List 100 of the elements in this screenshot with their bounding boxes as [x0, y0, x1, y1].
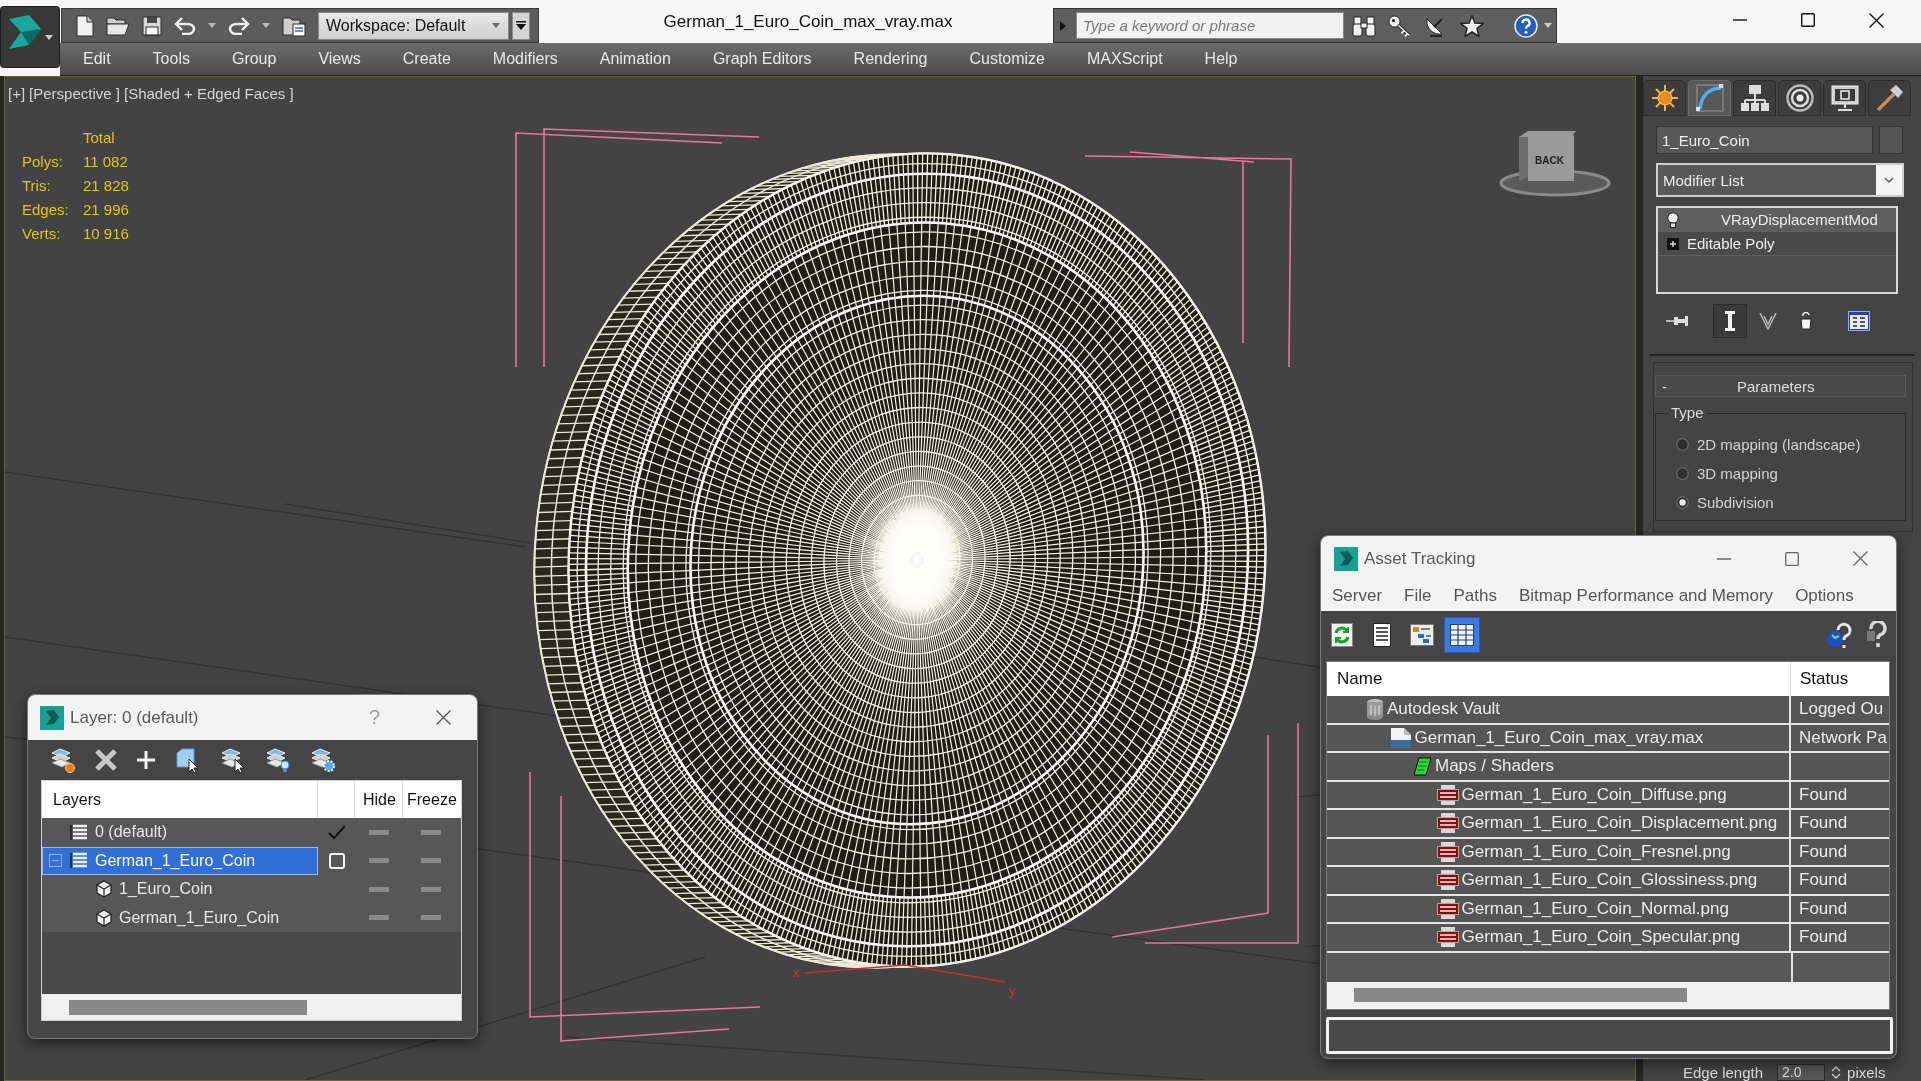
panel-tab[interactable] — [1688, 80, 1731, 116]
layers-star-icon[interactable] — [50, 747, 76, 773]
project-folder-icon[interactable] — [282, 14, 306, 37]
panel-tab[interactable] — [1868, 80, 1911, 116]
layers-bulb-icon[interactable] — [265, 747, 291, 773]
window-title: Asset Tracking — [1364, 548, 1476, 569]
app-logo-icon[interactable] — [0, 6, 60, 68]
asset-row[interactable]: Autodesk Vault Logged Ou — [1327, 696, 1889, 725]
lightbulb-icon[interactable] — [1667, 211, 1679, 228]
rollout-header[interactable]: - Parameters — [1655, 375, 1906, 397]
stack-tool-button[interactable] — [1713, 304, 1747, 338]
empty-square-icon[interactable] — [328, 852, 345, 869]
panel-tab[interactable] — [1643, 80, 1686, 116]
close-icon[interactable] — [1868, 12, 1884, 28]
asset-row[interactable]: German_1_Euro_Coin_max_vray.max Network Pa — [1327, 724, 1889, 753]
menu-item[interactable]: Edit — [62, 50, 132, 68]
radio-option[interactable]: 2D mapping (landscape) — [1676, 430, 1905, 459]
caret-icon[interactable] — [262, 23, 270, 28]
plus-icon[interactable] — [136, 750, 156, 770]
maximize-icon[interactable] — [1801, 13, 1815, 27]
layer-item[interactable]: 0 (default) — [42, 818, 318, 847]
status-text: Found — [1799, 898, 1848, 919]
menu-item[interactable]: Server — [1332, 586, 1383, 606]
caret-icon[interactable] — [208, 23, 216, 28]
scrollbar-thumb[interactable] — [1354, 988, 1687, 1002]
menu-item[interactable]: Help — [1183, 50, 1259, 68]
modifier-stack-item[interactable]: Editable Poly — [1658, 232, 1896, 256]
new-file-icon[interactable] — [76, 14, 94, 37]
scrollbar-thumb[interactable] — [69, 999, 307, 1015]
radio-option[interactable]: Subdivision — [1676, 488, 1905, 517]
expand-icon[interactable] — [1667, 237, 1679, 250]
viewport-menu-label[interactable]: [Shaded + Edged Faces ] — [124, 85, 294, 102]
edge-length-field[interactable]: 2.0 — [1777, 1064, 1826, 1081]
color-swatch-icon[interactable] — [1879, 126, 1903, 154]
asset-row[interactable]: German_1_Euro_Coin_Glossiness.png Found — [1327, 867, 1889, 896]
menu-item[interactable]: Views — [297, 50, 382, 68]
close-icon[interactable] — [436, 710, 451, 725]
menu-item[interactable]: Modifiers — [471, 50, 579, 68]
menu-item[interactable]: MAXScript — [1066, 50, 1184, 68]
asset-row[interactable]: German_1_Euro_Coin_Displacement.png Found — [1327, 810, 1889, 839]
document-icon — [1389, 726, 1412, 749]
radio-option[interactable]: 3D mapping — [1676, 459, 1905, 488]
workspace-dropdown[interactable]: Workspace: Default — [318, 11, 509, 40]
panel-tab[interactable] — [1778, 80, 1821, 116]
toolbar-button[interactable] — [1444, 616, 1480, 653]
horizontal-scrollbar[interactable] — [1327, 981, 1889, 1009]
panel-tab[interactable] — [1733, 80, 1776, 116]
undo-icon[interactable] — [174, 16, 196, 35]
save-icon[interactable] — [142, 15, 162, 36]
layers-gear-icon[interactable] — [310, 747, 336, 773]
layer-item[interactable]: German_1_Euro_Coin — [42, 846, 318, 875]
checkmark-icon[interactable] — [327, 824, 346, 840]
menu-item[interactable]: Animation — [578, 50, 692, 68]
menu-item[interactable]: Graph Editors — [691, 50, 833, 68]
column-header[interactable]: Status — [1791, 662, 1849, 696]
help-icon[interactable] — [1866, 620, 1890, 649]
panel-tab[interactable] — [1823, 80, 1866, 116]
viewport-menu-label[interactable]: [+] — [8, 85, 26, 102]
image-file-icon — [1436, 813, 1459, 834]
modifier-list-dropdown[interactable]: Modifier List — [1656, 163, 1904, 197]
spinner-icon[interactable] — [1831, 1065, 1842, 1080]
menu-item[interactable]: Customize — [948, 50, 1066, 68]
star-icon[interactable] — [1460, 14, 1484, 37]
modifier-stack-item[interactable]: VRayDisplacementMod — [1658, 208, 1896, 232]
caret-icon[interactable] — [1544, 23, 1552, 28]
minimize-icon[interactable] — [1717, 557, 1731, 560]
object-name-field[interactable]: 1_Euro_Coin — [1656, 126, 1873, 154]
asset-row[interactable]: German_1_Euro_Coin_Normal.png Found — [1327, 895, 1889, 924]
viewcube[interactable] — [1499, 131, 1611, 197]
menu-item[interactable]: Create — [381, 50, 472, 68]
asset-row[interactable]: German_1_Euro_Coin_Specular.png Found — [1327, 924, 1889, 953]
binoculars-icon[interactable] — [1352, 14, 1376, 37]
dropdown-button[interactable] — [512, 11, 530, 40]
asset-row[interactable]: German_1_Euro_Coin_Fresnel.png Found — [1327, 838, 1889, 867]
menu-item[interactable]: Group — [210, 50, 298, 68]
asset-row[interactable]: German_1_Euro_Coin_Diffuse.png Found — [1327, 781, 1889, 810]
menu-item[interactable]: Options — [1795, 586, 1854, 606]
key-icon[interactable] — [1388, 14, 1412, 37]
viewport-menu-label[interactable]: [Perspective ] — [29, 85, 120, 102]
column-header[interactable]: Freeze — [403, 781, 459, 818]
search-field[interactable]: Type a keyword or phrase — [1076, 12, 1344, 39]
sun-icon — [1651, 85, 1678, 111]
redo-icon[interactable] — [228, 16, 250, 35]
asset-row[interactable]: Maps / Shaders — [1327, 753, 1889, 782]
help-icon[interactable] — [1514, 13, 1538, 38]
layers-cursor-icon[interactable] — [220, 747, 246, 773]
menu-item[interactable]: File — [1404, 586, 1432, 606]
layer-item[interactable]: German_1_Euro_Coin — [42, 903, 318, 932]
layer-item[interactable]: 1_Euro_Coin — [42, 875, 318, 904]
open-folder-icon[interactable] — [106, 15, 130, 36]
stat-label: Edges: — [22, 200, 70, 220]
menu-item[interactable]: Paths — [1453, 586, 1497, 606]
menu-item[interactable]: Tools — [131, 50, 211, 68]
caret-right-icon[interactable] — [1060, 20, 1066, 31]
cube-cursor-icon[interactable] — [175, 747, 201, 773]
globe-help-icon[interactable] — [1825, 620, 1853, 649]
delete-icon[interactable] — [95, 749, 117, 771]
path-field[interactable] — [1326, 1016, 1893, 1054]
horizontal-scrollbar[interactable] — [42, 994, 461, 1020]
menu-item[interactable]: Rendering — [832, 50, 949, 68]
